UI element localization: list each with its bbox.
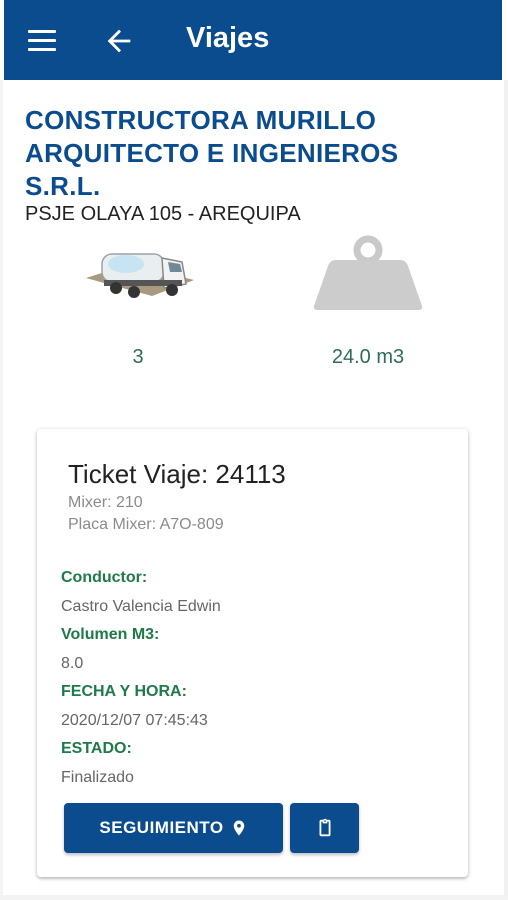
trips-count: 3 xyxy=(132,346,144,368)
app-bar: Viajes xyxy=(4,0,502,80)
right-scroll-edge xyxy=(504,80,508,900)
company-address: PSJE OLAYA 105 - AREQUIPA xyxy=(25,203,301,225)
page-title: Viajes xyxy=(186,22,270,54)
ticket-title: Ticket Viaje: 24113 xyxy=(68,459,286,489)
menu-icon[interactable] xyxy=(28,30,56,52)
datetime-label: FECHA Y HORA: xyxy=(61,683,187,700)
mixer-number: Mixer: 210 xyxy=(68,494,143,511)
volume-label: Volumen M3: xyxy=(61,626,160,643)
clipboard-icon xyxy=(319,818,330,837)
volume-value: 8.0 xyxy=(61,655,84,672)
datetime-value: 2020/12/07 07:45:43 xyxy=(61,712,208,729)
tracking-button-label: SEGUIMIENTO xyxy=(99,818,224,837)
mixer-truck-icon xyxy=(86,253,194,298)
map-marker-icon xyxy=(233,820,244,836)
status-label: ESTADO: xyxy=(61,740,132,757)
company-name: CONSTRUCTORA MURILLO ARQUITECTO E INGENI… xyxy=(25,105,399,201)
total-volume: 24.0 m3 xyxy=(331,346,405,368)
clipboard-button[interactable] xyxy=(290,803,359,853)
status-value: Finalizado xyxy=(61,769,134,786)
mixer-plate: Placa Mixer: A7O-809 xyxy=(68,516,224,533)
ticket-card: Ticket Viaje: 24113 Mixer: 210 Placa Mix… xyxy=(37,429,468,877)
arrow-left-icon[interactable] xyxy=(102,24,136,58)
left-edge xyxy=(0,80,3,900)
driver-value: Castro Valencia Edwin xyxy=(61,598,221,615)
weight-icon xyxy=(313,235,423,310)
tracking-button[interactable]: SEGUIMIENTO xyxy=(64,803,283,853)
driver-label: Conductor: xyxy=(61,569,148,586)
bottom-divider xyxy=(0,895,508,900)
